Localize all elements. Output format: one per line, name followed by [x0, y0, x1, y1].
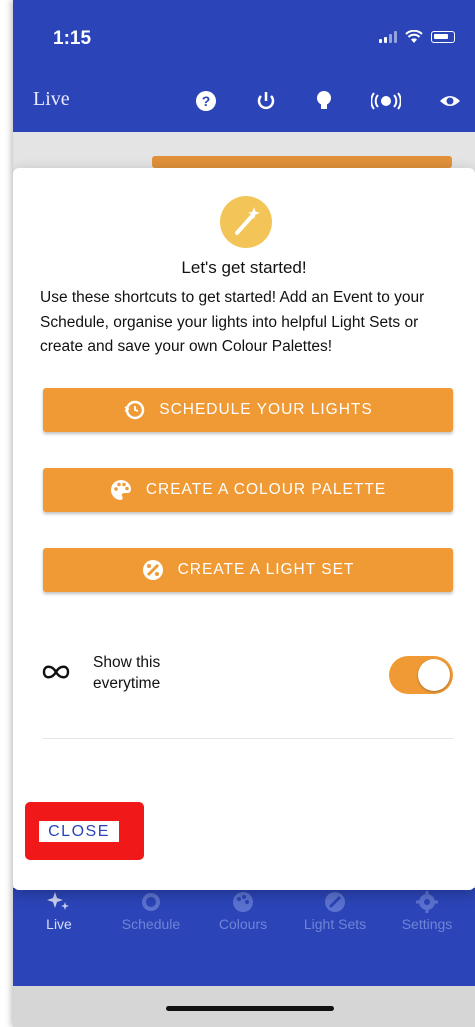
close-button[interactable]: CLOSE	[39, 821, 119, 842]
nav-item-colours[interactable]: Colours	[197, 888, 289, 956]
phone-screen: 1:15 Live ? Live Schedule Colours Light …	[13, 0, 475, 1027]
toggle-knob	[418, 659, 450, 691]
power-icon[interactable]	[253, 88, 279, 114]
battery-icon	[431, 31, 455, 43]
dialog-title: Let's get started!	[181, 258, 307, 277]
nav-label-colours: Colours	[218, 916, 268, 932]
broadcast-icon[interactable]	[369, 88, 403, 114]
status-time: 1:15	[53, 28, 92, 49]
palette-icon	[233, 892, 253, 912]
status-bar: 1:15	[13, 0, 475, 70]
schedule-lights-button[interactable]: SCHEDULE YOUR LIGHTS	[43, 388, 453, 432]
create-colour-palette-label: CREATE A COLOUR PALETTE	[145, 481, 387, 498]
background-button	[152, 156, 452, 168]
schedule-icon	[124, 400, 145, 420]
create-colour-palette-button[interactable]: CREATE A COLOUR PALETTE	[43, 468, 453, 512]
gear-icon	[416, 891, 438, 913]
wand-icon	[220, 196, 272, 248]
nav-item-schedule[interactable]: Schedule	[105, 888, 197, 956]
nav-item-light-sets[interactable]: Light Sets	[289, 888, 381, 956]
infinity-icon	[42, 665, 70, 679]
light-set-icon	[142, 560, 163, 580]
schedule-lights-label: SCHEDULE YOUR LIGHTS	[159, 401, 373, 418]
bulb-icon[interactable]	[311, 88, 337, 114]
nav-label-schedule: Schedule	[121, 916, 181, 932]
nav-item-settings[interactable]: Settings	[381, 888, 473, 956]
home-indicator[interactable]	[166, 1006, 334, 1011]
page-title: Live	[33, 88, 70, 110]
show-everytime-label: Show this everytime	[93, 654, 161, 692]
dialog-body: Use these shortcuts to get started! Add …	[40, 289, 425, 355]
nav-label-settings: Settings	[401, 916, 453, 932]
sparkle-icon	[47, 892, 69, 910]
signal-icon	[379, 31, 397, 43]
nav-label-light-sets: Light Sets	[303, 916, 367, 932]
nav-item-live[interactable]: Live	[13, 888, 105, 956]
nav-label-live: Live	[46, 916, 72, 932]
nav-extension	[13, 956, 475, 986]
light-set-icon	[325, 892, 345, 912]
palette-icon	[110, 480, 131, 500]
create-light-set-label: CREATE A LIGHT SET	[177, 561, 355, 578]
svg-text:?: ?	[202, 93, 211, 109]
eye-icon[interactable]	[437, 88, 463, 114]
status-icons	[379, 30, 455, 44]
app-bar: Live ?	[13, 70, 475, 132]
show-everytime-row: Show this everytime	[13, 642, 475, 712]
wifi-icon	[405, 30, 423, 43]
bottom-nav: Live Schedule Colours Light Sets Setting…	[13, 888, 475, 956]
help-icon[interactable]: ?	[193, 88, 219, 114]
create-light-set-button[interactable]: CREATE A LIGHT SET	[43, 548, 453, 592]
divider	[43, 738, 453, 739]
show-everytime-toggle[interactable]	[389, 656, 453, 694]
schedule-icon	[142, 893, 160, 911]
getting-started-dialog: Let's get started! Use these shortcuts t…	[13, 168, 475, 890]
